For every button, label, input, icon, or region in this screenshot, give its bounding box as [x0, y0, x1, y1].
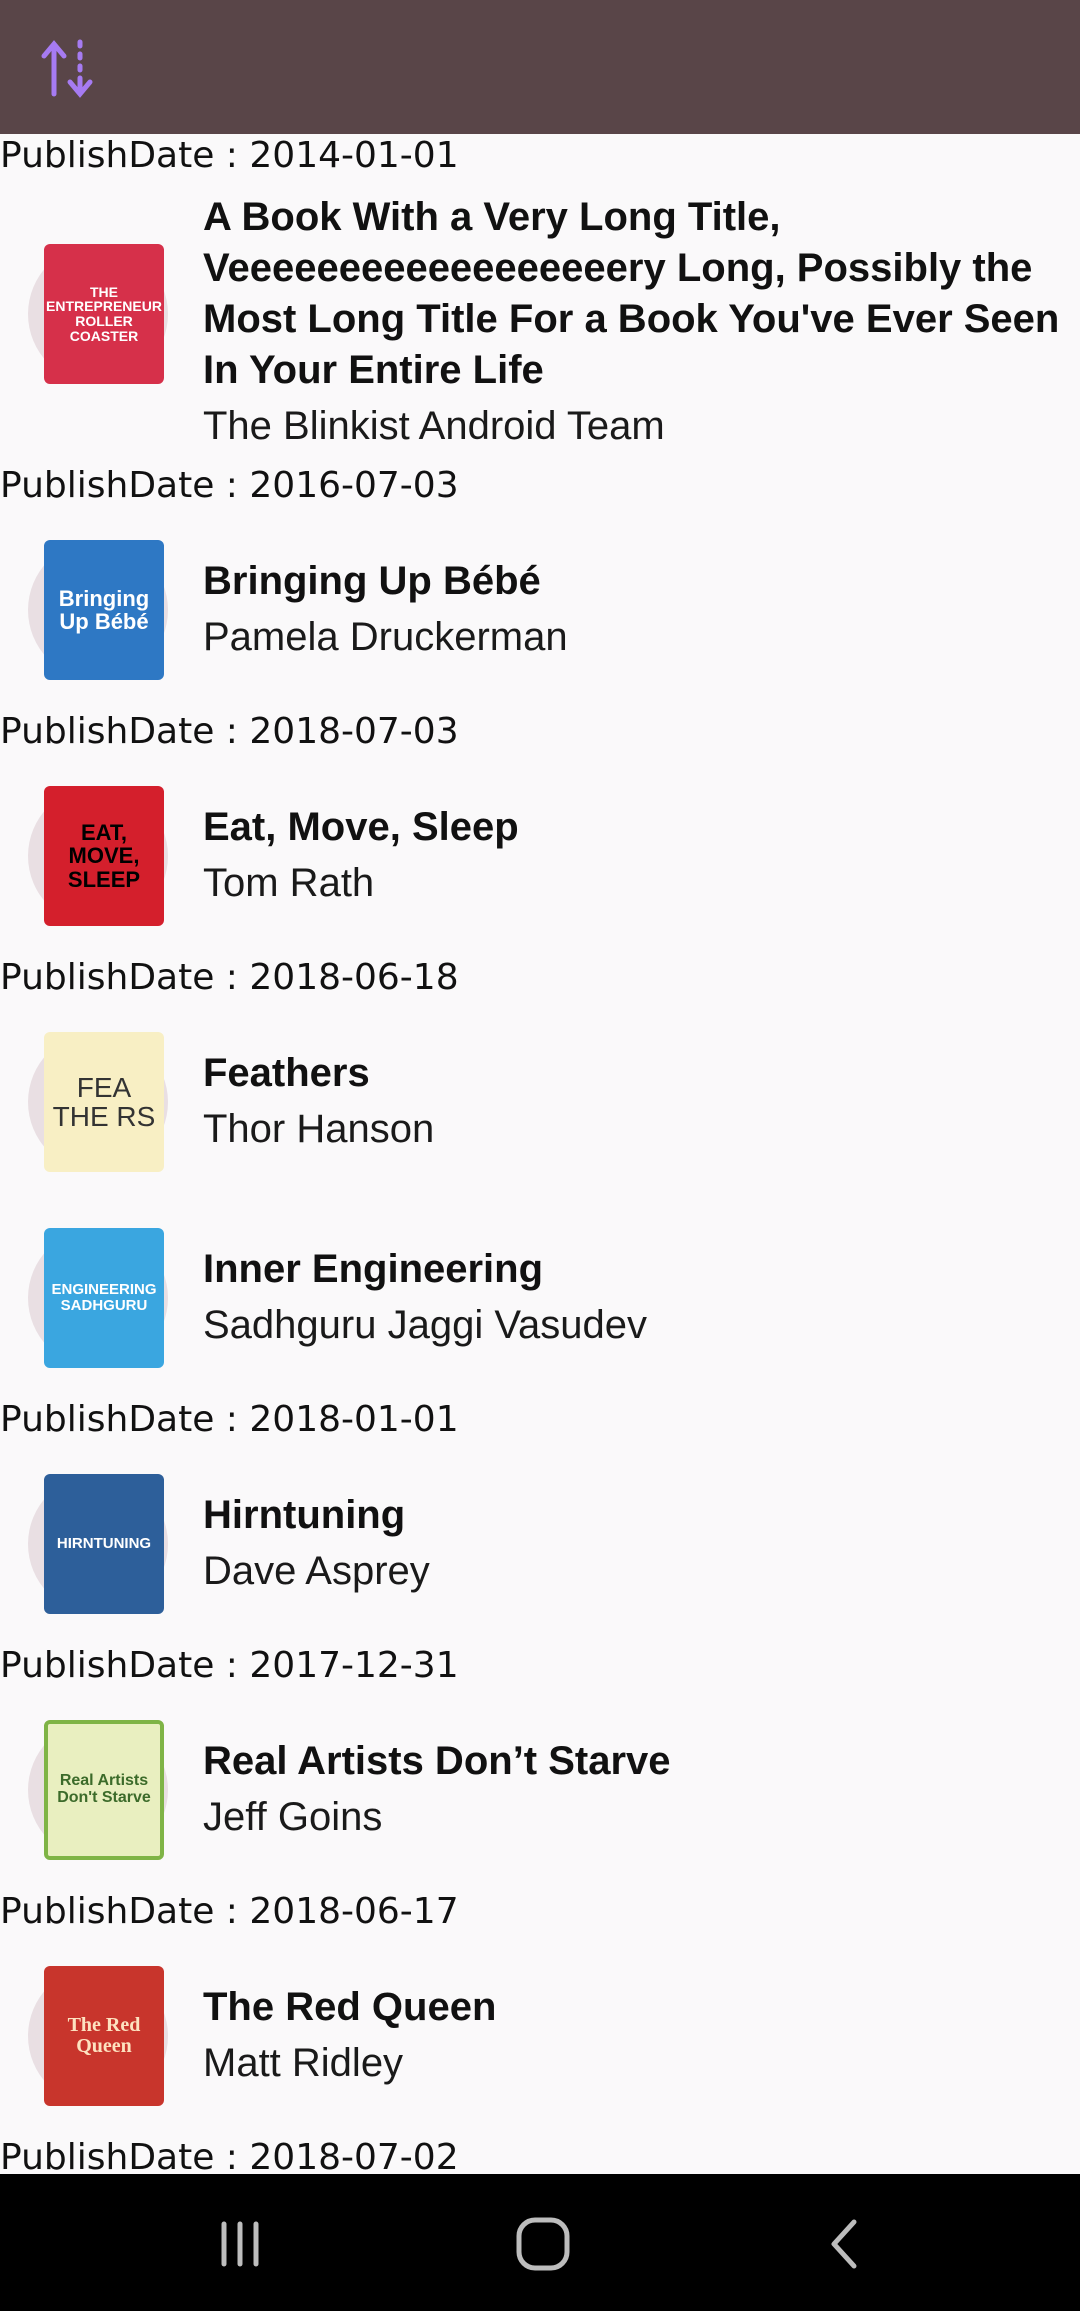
back-button[interactable]: [804, 2202, 888, 2286]
sort-up-down-icon: [41, 39, 93, 98]
book-title: Bringing Up Bébé: [203, 559, 541, 603]
book-title: Hirntuning: [203, 1493, 406, 1537]
book-item[interactable]: Bringing Up Bébé Bringing Up Bébé Pamela…: [0, 516, 1080, 716]
book-cover-art: Bringing Up Bébé: [44, 540, 164, 680]
book-author: Thor Hanson: [203, 1107, 435, 1151]
book-title: Feathers: [203, 1051, 370, 1095]
book-author: Jeff Goins: [203, 1795, 383, 1839]
book-cover-art: FEA THE RS: [44, 1032, 164, 1172]
book-cover-art: The Red Queen: [44, 1966, 164, 2106]
book-list[interactable]: PublishDate : 2014-01-01 THE ENTREPRENEU…: [0, 134, 1080, 2174]
book-author: Tom Rath: [203, 861, 375, 905]
sort-button[interactable]: [26, 26, 110, 110]
book-cover: FEA THE RS: [28, 1032, 168, 1172]
book-cover-art: THE ENTREPRENEUR ROLLER COASTER: [44, 244, 164, 384]
home-button[interactable]: [501, 2202, 585, 2286]
book-item[interactable]: HIRNTUNING Hirntuning Dave Asprey: [0, 1450, 1080, 1650]
publish-date-header: PublishDate : 2016-07-03: [0, 465, 459, 506]
book-title: Eat, Move, Sleep: [203, 805, 519, 849]
recents-button[interactable]: [198, 2202, 282, 2286]
book-author: Sadhguru Jaggi Vasudev: [203, 1303, 648, 1347]
publish-date-header: PublishDate : 2018-07-02: [0, 2137, 459, 2174]
publish-date-header: PublishDate : 2018-01-01: [0, 1399, 459, 1440]
book-item[interactable]: The Red Queen The Red Queen Matt Ridley: [0, 1942, 1080, 2142]
publish-date-header: PublishDate : 2018-06-17: [0, 1891, 459, 1932]
book-cover: HIRNTUNING: [28, 1474, 168, 1614]
recents-icon: [221, 2221, 259, 2267]
book-title: A Book With a Very Long Title, Veeeeeeee…: [203, 195, 1060, 392]
book-author: Pamela Druckerman: [203, 615, 568, 659]
book-cover-art: Real Artists Don't Starve: [44, 1720, 164, 1860]
top-app-bar: [0, 0, 1080, 134]
book-item[interactable]: ENGINEERING SADHGURU Inner Engineering S…: [0, 1204, 1080, 1404]
publish-date-header: PublishDate : 2018-07-03: [0, 711, 459, 752]
book-item[interactable]: FEA THE RS Feathers Thor Hanson: [0, 1008, 1080, 1208]
system-navigation-bar: [0, 2174, 1080, 2311]
book-cover-art: ENGINEERING SADHGURU: [44, 1228, 164, 1368]
book-item[interactable]: Real Artists Don't Starve Real Artists D…: [0, 1696, 1080, 1896]
book-cover-art: HIRNTUNING: [44, 1474, 164, 1614]
publish-date-header: PublishDate : 2018-06-18: [0, 957, 459, 998]
book-author: Dave Asprey: [203, 1549, 430, 1593]
book-title: The Red Queen: [203, 1985, 497, 2029]
book-cover: ENGINEERING SADHGURU: [28, 1228, 168, 1368]
book-author: Matt Ridley: [203, 2041, 404, 2085]
book-cover: The Red Queen: [28, 1966, 168, 2106]
book-cover: EAT, MOVE, SLEEP: [28, 786, 168, 926]
book-item[interactable]: THE ENTREPRENEUR ROLLER COASTER A Book W…: [0, 192, 1080, 448]
book-title: Real Artists Don’t Starve: [203, 1739, 671, 1783]
book-title: Inner Engineering: [203, 1247, 544, 1291]
publish-date-header: PublishDate : 2017-12-31: [0, 1645, 459, 1686]
book-cover: Real Artists Don't Starve: [28, 1720, 168, 1860]
publish-date-header: PublishDate : 2014-01-01: [0, 135, 459, 176]
book-cover: THE ENTREPRENEUR ROLLER COASTER: [28, 244, 168, 384]
book-cover: Bringing Up Bébé: [28, 540, 168, 680]
home-icon: [516, 2217, 570, 2271]
book-cover-art: EAT, MOVE, SLEEP: [44, 786, 164, 926]
book-author: The Blinkist Android Team: [203, 404, 665, 448]
book-item[interactable]: EAT, MOVE, SLEEP Eat, Move, Sleep Tom Ra…: [0, 762, 1080, 962]
back-icon: [831, 2219, 857, 2269]
